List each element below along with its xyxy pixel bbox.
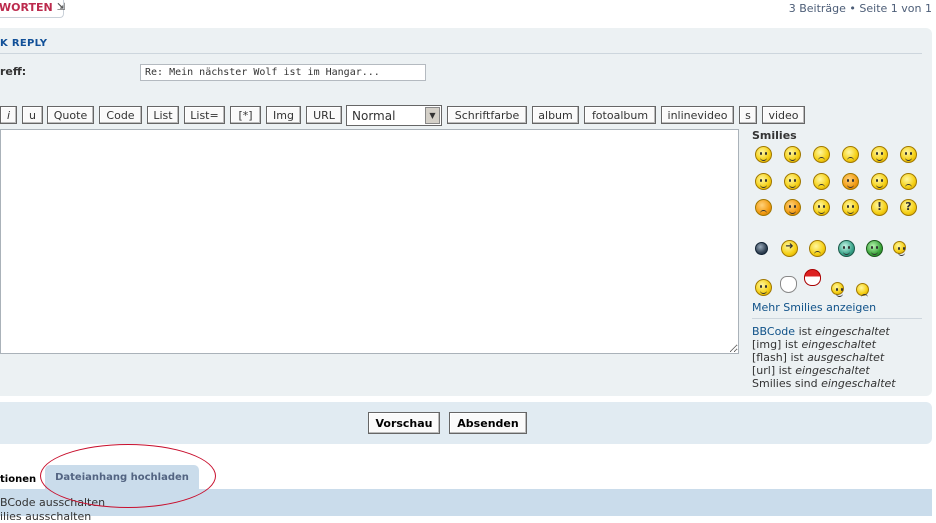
smile-icon[interactable] bbox=[755, 146, 772, 163]
message-textarea[interactable] bbox=[0, 129, 739, 354]
lol-icon[interactable] bbox=[784, 173, 801, 190]
strike-button[interactable]: s bbox=[739, 106, 757, 124]
bomb-face-icon[interactable] bbox=[893, 241, 906, 256]
bubbles-face-icon[interactable] bbox=[755, 279, 772, 296]
video-button[interactable]: video bbox=[762, 106, 805, 124]
subject-label: reff: bbox=[0, 65, 27, 78]
flash-status-text: [flash] ist bbox=[752, 351, 804, 364]
post-reply-button[interactable]: WORTEN ⇲ bbox=[0, 0, 66, 18]
small-smile-icon[interactable] bbox=[831, 282, 844, 297]
cry-icon[interactable] bbox=[900, 173, 917, 190]
smilies-status: Smilies sind eingeschaltet bbox=[752, 377, 896, 390]
subject-input[interactable] bbox=[140, 64, 426, 81]
preview-button[interactable]: Vorschau bbox=[368, 412, 440, 434]
img-status: [img] ist eingeschaltet bbox=[752, 338, 876, 351]
evil-icon[interactable] bbox=[755, 199, 772, 216]
url-status-state: eingeschaltet bbox=[795, 364, 870, 377]
redface-icon[interactable] bbox=[871, 173, 888, 190]
arrow-icon[interactable] bbox=[781, 240, 798, 257]
bunny-icon[interactable] bbox=[780, 276, 797, 293]
url-status: [url] ist eingeschaltet bbox=[752, 364, 870, 377]
smilies-status-state: eingeschaltet bbox=[821, 377, 896, 390]
code-button[interactable]: Code bbox=[99, 106, 142, 124]
confused-icon[interactable] bbox=[900, 146, 917, 163]
question-icon[interactable] bbox=[900, 199, 917, 216]
font-size-value: Normal bbox=[352, 108, 396, 123]
bbcode-link[interactable]: BBCode bbox=[752, 325, 795, 338]
sad-icon[interactable] bbox=[813, 146, 830, 163]
grin-teeth-icon[interactable] bbox=[838, 240, 855, 257]
url-button[interactable]: URL bbox=[306, 106, 342, 124]
flash-status: [flash] ist ausgeschaltet bbox=[752, 351, 884, 364]
font-color-button[interactable]: Schriftfarbe bbox=[447, 106, 527, 124]
list-item-button[interactable]: [*] bbox=[230, 106, 261, 124]
rolleyes-icon[interactable] bbox=[813, 199, 830, 216]
img-status-text: [img] ist bbox=[752, 338, 798, 351]
quote-button[interactable]: Quote bbox=[47, 106, 94, 124]
twisted-icon[interactable] bbox=[784, 199, 801, 216]
blue-face-icon[interactable] bbox=[755, 242, 768, 255]
smilies-status-text: Smilies sind bbox=[752, 377, 818, 390]
cool-icon[interactable] bbox=[755, 173, 772, 190]
pagination-info: 3 Beiträge • Seite 1 von 1 bbox=[788, 2, 932, 15]
exclaim-icon[interactable] bbox=[871, 199, 888, 216]
chevron-down-icon[interactable]: ▼ bbox=[425, 107, 440, 124]
mad-icon[interactable] bbox=[813, 173, 830, 190]
small-worried-icon[interactable] bbox=[856, 283, 869, 296]
bbcode-status-state: eingeschaltet bbox=[815, 325, 890, 338]
inlinevideo-button[interactable]: inlinevideo bbox=[661, 106, 734, 124]
url-status-text: [url] ist bbox=[752, 364, 792, 377]
ordered-list-button[interactable]: List= bbox=[184, 106, 225, 124]
smilies-heading: Smilies bbox=[752, 129, 797, 142]
album-button[interactable]: album bbox=[532, 106, 579, 124]
bbcode-status-text: ist bbox=[798, 325, 812, 338]
disable-smilies-option[interactable]: ilies ausschalten bbox=[0, 510, 91, 523]
tab-options[interactable]: tionen bbox=[0, 470, 38, 489]
quick-reply-title: K REPLY bbox=[0, 38, 48, 49]
font-size-select[interactable]: Normal ▼ bbox=[346, 105, 442, 126]
divider bbox=[0, 53, 922, 54]
gnome-icon[interactable] bbox=[804, 269, 821, 286]
bbcode-status: BBCode ist eingeschaltet bbox=[752, 325, 890, 338]
italic-button[interactable]: i bbox=[0, 106, 17, 124]
flash-status-state: ausgeschaltet bbox=[807, 351, 885, 364]
wink-icon[interactable] bbox=[842, 199, 859, 216]
neutral-icon[interactable] bbox=[809, 240, 826, 257]
post-reply-label: WORTEN bbox=[0, 1, 53, 14]
divider bbox=[752, 318, 922, 319]
eek-icon[interactable] bbox=[871, 146, 888, 163]
fotoalbum-button[interactable]: fotoalbum bbox=[584, 106, 656, 124]
biggrin-icon[interactable] bbox=[784, 146, 801, 163]
underline-button[interactable]: u bbox=[22, 106, 43, 124]
submit-button[interactable]: Absenden bbox=[449, 412, 527, 434]
img-status-state: eingeschaltet bbox=[801, 338, 876, 351]
img-button[interactable]: Img bbox=[266, 106, 301, 124]
green-alien-icon[interactable] bbox=[866, 240, 883, 257]
highlight-ellipse bbox=[40, 444, 216, 508]
reply-arrow-icon: ⇲ bbox=[56, 2, 66, 13]
more-smilies-link[interactable]: Mehr Smilies anzeigen bbox=[752, 301, 876, 314]
razz-icon[interactable] bbox=[842, 173, 859, 190]
list-button[interactable]: List bbox=[147, 106, 179, 124]
surprised-icon[interactable] bbox=[842, 146, 859, 163]
